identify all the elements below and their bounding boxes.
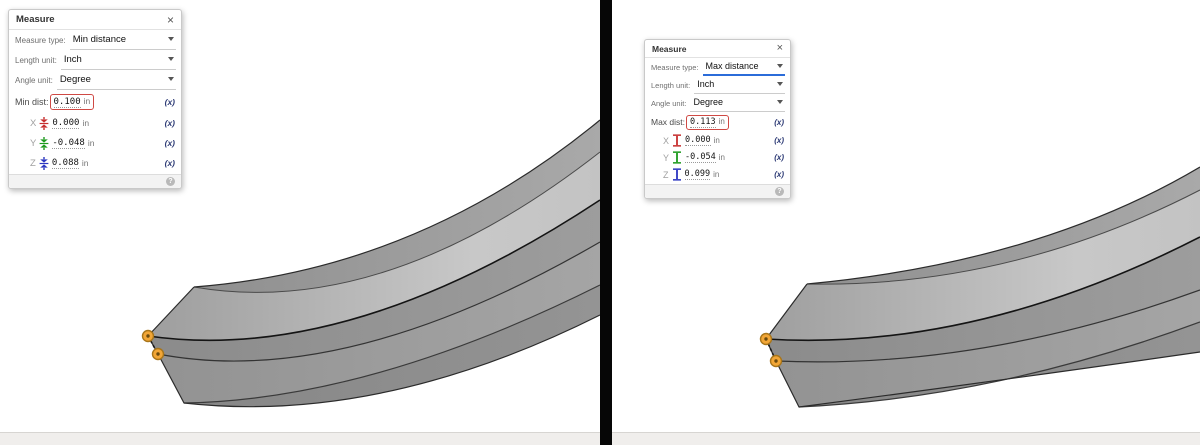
max-distance-icon <box>672 168 682 181</box>
axis-row-x: X 0.000 in (x) <box>645 132 790 149</box>
chevron-down-icon <box>168 77 174 81</box>
dialog-footer: ? <box>645 184 790 198</box>
angle-unit-label: Angle unit: <box>15 76 53 85</box>
chevron-down-icon <box>777 82 783 86</box>
min-distance-icon <box>39 137 49 150</box>
min-distance-icon <box>39 157 49 170</box>
length-unit-label: Length unit: <box>15 56 57 65</box>
measure-type-row: Measure type: Max distance <box>645 58 790 76</box>
assign-variable-icon[interactable]: (x) <box>165 158 175 168</box>
measure-dialog-max: Measure × Measure type: Max distance Len… <box>644 39 791 199</box>
measure-dialog-min: Measure × Measure type: Min distance Len… <box>8 9 182 189</box>
angle-unit-label: Angle unit: <box>651 99 686 108</box>
length-unit-label: Length unit: <box>651 81 690 90</box>
chevron-down-icon <box>168 57 174 61</box>
curved-band-right[interactable] <box>761 167 1200 407</box>
result-label: Min dist: <box>15 97 49 107</box>
axis-row-x: X 0.000 in (x) <box>9 113 181 133</box>
assign-variable-icon[interactable]: (x) <box>165 97 175 107</box>
assign-variable-icon[interactable]: (x) <box>165 138 175 148</box>
angle-unit-row: Angle unit: Degree <box>9 70 181 90</box>
length-unit-row: Length unit: Inch <box>9 50 181 70</box>
dialog-header: Measure × <box>9 10 181 30</box>
dialog-footer: ? <box>9 174 181 188</box>
result-row: Min dist: 0.100 in (x) <box>9 90 181 113</box>
assign-variable-icon[interactable]: (x) <box>774 136 784 145</box>
assign-variable-icon[interactable]: (x) <box>165 118 175 128</box>
selected-vertex-dot[interactable] <box>143 331 154 342</box>
angle-unit-select[interactable]: Degree <box>690 94 785 112</box>
dialog-title: Measure <box>652 44 687 54</box>
result-row: Max dist: 0.113 in (x) <box>645 112 790 132</box>
min-distance-icon <box>39 117 49 130</box>
measure-type-label: Measure type: <box>651 63 699 72</box>
close-icon[interactable]: × <box>167 14 174 26</box>
axis-row-z: Z 0.088 in (x) <box>9 153 181 173</box>
axis-row-y: Y -0.054 in (x) <box>645 149 790 166</box>
help-icon[interactable]: ? <box>775 187 784 196</box>
selected-vertex-dot[interactable] <box>153 349 164 360</box>
chevron-down-icon <box>168 37 174 41</box>
result-value-highlight: 0.113 in <box>686 115 729 130</box>
assign-variable-icon[interactable]: (x) <box>774 118 784 127</box>
angle-unit-row: Angle unit: Degree <box>645 94 790 112</box>
length-unit-row: Length unit: Inch <box>645 76 790 94</box>
curved-band-left[interactable] <box>143 120 601 407</box>
result-value-highlight: 0.100 in <box>50 94 95 110</box>
panel-divider <box>600 0 612 445</box>
close-icon[interactable]: × <box>777 43 783 54</box>
max-distance-icon <box>672 151 682 164</box>
measure-type-select[interactable]: Min distance <box>70 30 176 50</box>
selected-vertex-dot[interactable] <box>771 356 782 367</box>
angle-unit-select[interactable]: Degree <box>57 70 176 90</box>
help-icon[interactable]: ? <box>166 177 175 186</box>
axis-row-y: Y -0.048 in (x) <box>9 133 181 153</box>
measure-type-select[interactable]: Max distance <box>703 58 785 76</box>
assign-variable-icon[interactable]: (x) <box>774 170 784 179</box>
length-unit-select[interactable]: Inch <box>694 76 785 94</box>
result-label: Max dist: <box>651 117 685 127</box>
measure-type-label: Measure type: <box>15 36 66 45</box>
dialog-header: Measure × <box>645 40 790 58</box>
length-unit-select[interactable]: Inch <box>61 50 176 70</box>
measure-type-row: Measure type: Min distance <box>9 30 181 50</box>
selected-vertex-dot[interactable] <box>761 334 772 345</box>
chevron-down-icon <box>777 100 783 104</box>
chevron-down-icon <box>777 64 783 68</box>
axis-row-z: Z 0.099 in (x) <box>645 166 790 183</box>
dialog-title: Measure <box>16 14 55 25</box>
assign-variable-icon[interactable]: (x) <box>774 153 784 162</box>
max-distance-icon <box>672 134 682 147</box>
